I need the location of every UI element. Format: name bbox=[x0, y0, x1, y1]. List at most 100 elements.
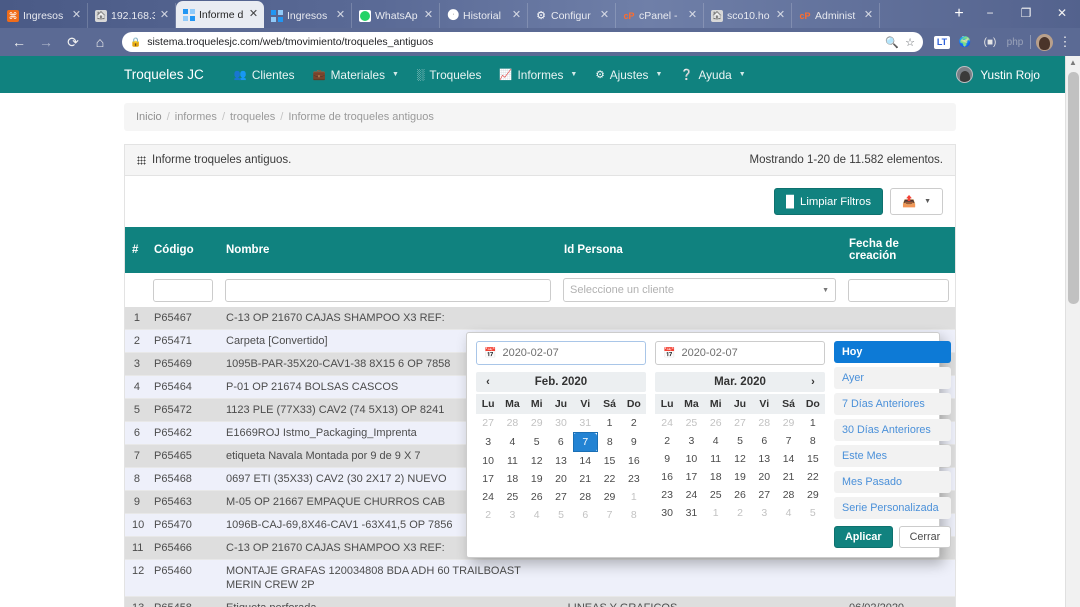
browser-tab[interactable]: Historial✕ bbox=[440, 3, 528, 28]
date-range-preset[interactable]: Hoy bbox=[834, 341, 951, 363]
calendar-day[interactable]: 5 bbox=[525, 433, 549, 452]
table-row[interactable]: 1P65467C-13 OP 21670 CAJAS SHAMPOO X3 RE… bbox=[125, 307, 955, 330]
date-range-preset[interactable]: Serie Personalizada bbox=[834, 497, 951, 519]
calendar-day[interactable]: 7 bbox=[597, 506, 621, 524]
home-icon[interactable]: ⌂ bbox=[89, 31, 111, 53]
calendar-day[interactable]: 4 bbox=[525, 506, 549, 524]
app-brand[interactable]: Troqueles JC bbox=[124, 67, 204, 82]
calendar-day[interactable]: 2 bbox=[728, 504, 752, 522]
date-range-preset[interactable]: Este Mes bbox=[834, 445, 951, 467]
browser-tab[interactable]: Administ✕ bbox=[792, 3, 880, 28]
calendar-day[interactable]: 2 bbox=[655, 432, 679, 450]
calendar-day[interactable]: 24 bbox=[655, 414, 679, 432]
calendar-day[interactable]: 29 bbox=[801, 486, 825, 504]
new-tab-button[interactable]: + bbox=[946, 2, 972, 28]
breadcrumb-item-informes[interactable]: informes bbox=[175, 111, 217, 123]
calendar-day[interactable]: 19 bbox=[525, 470, 549, 488]
table-row[interactable]: 12P65460MONTAJE GRAFAS 120034808 BDA ADH… bbox=[125, 560, 955, 597]
tab-close-icon[interactable]: ✕ bbox=[511, 10, 522, 21]
calendar-day[interactable]: 13 bbox=[549, 452, 573, 471]
browser-tab[interactable]: Configur✕ bbox=[528, 3, 616, 28]
browser-tab[interactable]: Ingresos✕ bbox=[0, 3, 88, 28]
calendar-day[interactable]: 23 bbox=[655, 486, 679, 504]
tab-close-icon[interactable]: ✕ bbox=[775, 10, 786, 21]
export-dropdown-button[interactable]: 📤 ▼ bbox=[890, 188, 943, 215]
calendar-day[interactable]: 24 bbox=[679, 486, 703, 504]
calendar-day[interactable]: 10 bbox=[476, 452, 500, 471]
date-range-preset[interactable]: Mes Pasado bbox=[834, 471, 951, 493]
next-month-icon[interactable]: › bbox=[807, 376, 819, 388]
calendar-day[interactable]: 28 bbox=[776, 486, 800, 504]
calendar-day[interactable]: 27 bbox=[752, 486, 776, 504]
nav-item-clientes[interactable]: 👥Clientes bbox=[234, 68, 295, 82]
calendar-day[interactable]: 26 bbox=[525, 488, 549, 506]
calendar-day[interactable]: 6 bbox=[752, 432, 776, 450]
calendar-day[interactable]: 16 bbox=[622, 452, 646, 471]
extension-lt-icon[interactable]: LT bbox=[934, 36, 950, 49]
calendar-day[interactable]: 15 bbox=[801, 450, 825, 468]
calendar-day[interactable]: 9 bbox=[655, 450, 679, 468]
calendar-day[interactable]: 31 bbox=[679, 504, 703, 522]
tab-close-icon[interactable]: ✕ bbox=[71, 10, 82, 21]
date-range-start-field[interactable]: 📅 2020-02-07 bbox=[476, 341, 646, 365]
calendar-day[interactable]: 15 bbox=[597, 452, 621, 471]
back-icon[interactable]: ← bbox=[8, 31, 30, 53]
calendar-day[interactable]: 30 bbox=[655, 504, 679, 522]
breadcrumb-item-inicio[interactable]: Inicio bbox=[136, 111, 162, 123]
calendar-day[interactable]: 29 bbox=[525, 414, 549, 433]
nav-item-materiales[interactable]: 💼Materiales▼ bbox=[312, 68, 398, 82]
calendar-day[interactable]: 7 bbox=[776, 432, 800, 450]
calendar-day[interactable]: 3 bbox=[500, 506, 524, 524]
calendar-day[interactable]: 1 bbox=[704, 504, 728, 522]
calendar-day[interactable]: 27 bbox=[549, 488, 573, 506]
nav-item-ajustes[interactable]: ⚙Ajustes▼ bbox=[595, 68, 662, 82]
column-header-fecha[interactable]: Fecha de creación bbox=[842, 227, 955, 273]
calendar-day[interactable]: 18 bbox=[704, 468, 728, 486]
tab-close-icon[interactable]: ✕ bbox=[335, 10, 346, 21]
browser-tab[interactable]: WhatsAp✕ bbox=[352, 3, 440, 28]
calendar-day[interactable]: 20 bbox=[549, 470, 573, 488]
navbar-user-menu[interactable]: Yustin Rojo bbox=[956, 66, 1040, 83]
page-scrollbar[interactable]: ▲ bbox=[1065, 56, 1080, 607]
extension-earth-lock-icon[interactable]: 🌍 bbox=[955, 32, 975, 52]
calendar-day[interactable]: 27 bbox=[476, 414, 500, 433]
tab-close-icon[interactable]: ✕ bbox=[159, 10, 170, 21]
column-header-codigo[interactable]: Código bbox=[147, 227, 219, 273]
calendar-day[interactable]: 23 bbox=[622, 470, 646, 488]
calendar-day[interactable]: 5 bbox=[549, 506, 573, 524]
calendar-day[interactable]: 12 bbox=[525, 452, 549, 471]
calendar-day[interactable]: 31 bbox=[573, 414, 597, 433]
close-button[interactable]: Cerrar bbox=[899, 526, 952, 548]
clear-filters-button[interactable]: █ Limpiar Filtros bbox=[774, 188, 883, 215]
calendar-day[interactable]: 3 bbox=[476, 433, 500, 452]
nav-item-informes[interactable]: 📈Informes▼ bbox=[499, 68, 577, 82]
zoom-search-icon[interactable]: 🔍 bbox=[885, 36, 899, 49]
filter-fecha-input[interactable] bbox=[848, 279, 949, 302]
table-row[interactable]: 13P65458Etiqueta perforada-LINEAS Y GRAF… bbox=[125, 597, 955, 607]
calendar-day[interactable]: 20 bbox=[752, 468, 776, 486]
browser-tab[interactable]: cPanel - ✕ bbox=[616, 3, 704, 28]
calendar-day[interactable]: 21 bbox=[776, 468, 800, 486]
calendar-day[interactable]: 14 bbox=[573, 452, 597, 471]
address-bar[interactable]: 🔒 sistema.troquelesjc.com/web/tmovimient… bbox=[122, 32, 923, 52]
forward-icon[interactable]: → bbox=[35, 31, 57, 53]
breadcrumb-item-troqueles[interactable]: troqueles bbox=[230, 111, 275, 123]
scroll-up-icon[interactable]: ▲ bbox=[1066, 56, 1080, 70]
browser-menu-icon[interactable]: ⋮ bbox=[1058, 34, 1072, 50]
calendar-day[interactable]: 4 bbox=[500, 433, 524, 452]
calendar-day[interactable]: 28 bbox=[573, 488, 597, 506]
calendar-day[interactable]: 24 bbox=[476, 488, 500, 506]
tab-close-icon[interactable]: ✕ bbox=[687, 10, 698, 21]
calendar-day[interactable]: 21 bbox=[573, 470, 597, 488]
calendar-day[interactable]: 5 bbox=[728, 432, 752, 450]
calendar-day[interactable]: 6 bbox=[573, 506, 597, 524]
filter-nombre-input[interactable] bbox=[225, 279, 551, 302]
calendar-day[interactable]: 28 bbox=[500, 414, 524, 433]
calendar-day[interactable]: 11 bbox=[704, 450, 728, 468]
calendar-day[interactable]: 5 bbox=[801, 504, 825, 522]
browser-profile-avatar[interactable] bbox=[1036, 34, 1053, 51]
browser-tab[interactable]: Ingresos✕ bbox=[264, 3, 352, 28]
calendar-day[interactable]: 11 bbox=[500, 452, 524, 471]
nav-item-ayuda[interactable]: ❔Ayuda▼ bbox=[680, 68, 745, 82]
calendar-day[interactable]: 2 bbox=[622, 414, 646, 433]
